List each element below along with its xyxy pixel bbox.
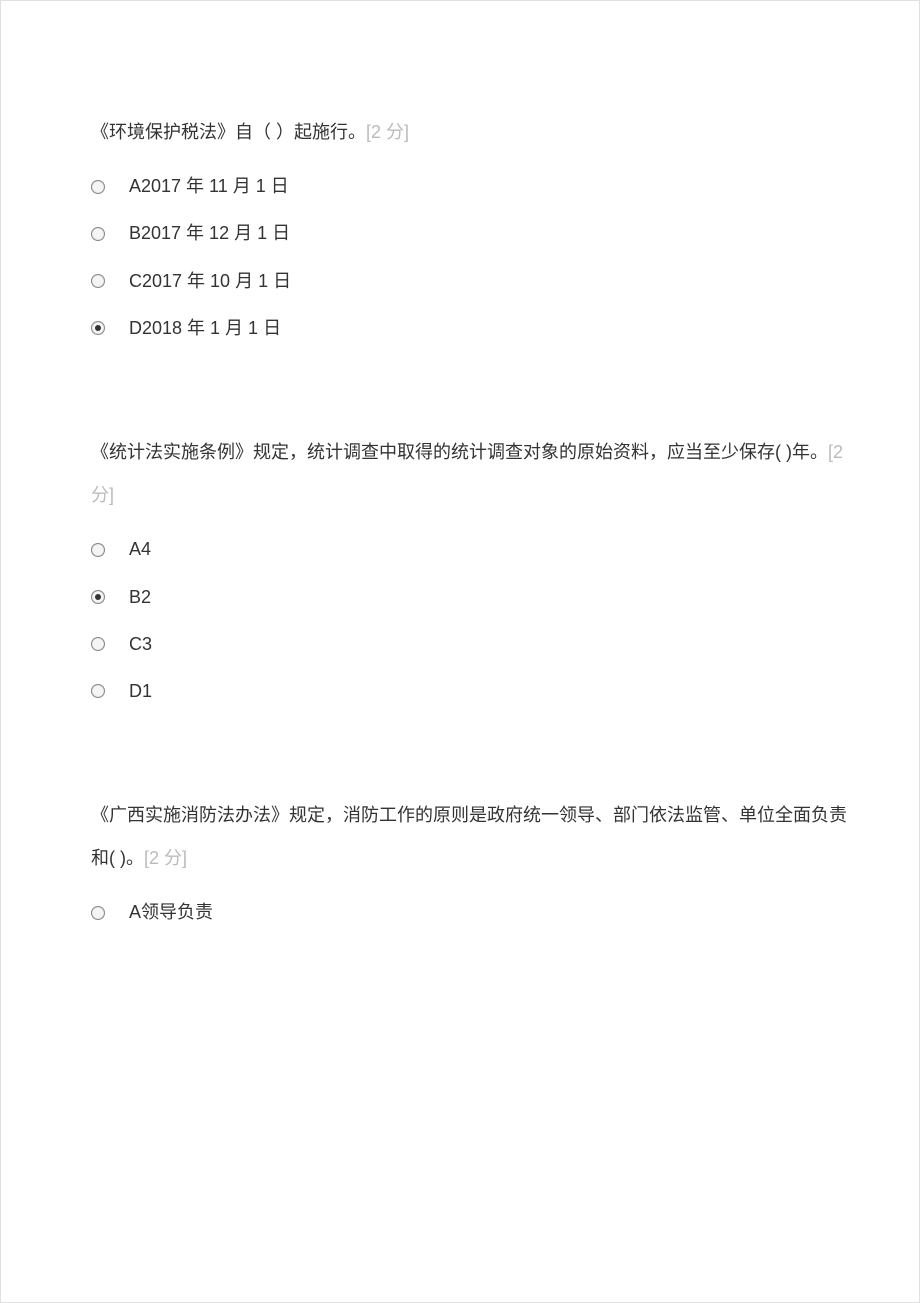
option-text: 2017 年 10 月 1 日 <box>142 269 291 294</box>
option-letter: B <box>129 585 141 610</box>
radio-icon[interactable] <box>91 227 105 241</box>
option-content: C2017 年 10 月 1 日 <box>129 269 291 294</box>
option-text: 4 <box>141 537 151 562</box>
option-text: 3 <box>142 632 152 657</box>
question-score: [2 分] <box>366 122 409 142</box>
radio-icon[interactable] <box>91 637 105 651</box>
question-stem: 《统计法实施条例》规定，统计调查中取得的统计调查对象的原始资料，应当至少保存( … <box>91 442 828 462</box>
option-letter: A <box>129 900 141 925</box>
option-content: B2 <box>129 585 151 610</box>
question-block-1: 《环境保护税法》自（ ）起施行。[2 分] A2017 年 11 月 1 日 B… <box>71 111 849 341</box>
option-letter: B <box>129 221 141 246</box>
radio-icon[interactable] <box>91 906 105 920</box>
question-score: [2 分] <box>144 848 187 868</box>
option-b[interactable]: B2017 年 12 月 1 日 <box>91 221 849 246</box>
question-block-3: 《广西实施消防法办法》规定，消防工作的原则是政府统一领导、部门依法监管、单位全面… <box>71 794 849 926</box>
option-content: B2017 年 12 月 1 日 <box>129 221 290 246</box>
option-d[interactable]: D2018 年 1 月 1 日 <box>91 316 849 341</box>
option-letter: C <box>129 269 142 294</box>
page-container: 《环境保护税法》自（ ）起施行。[2 分] A2017 年 11 月 1 日 B… <box>0 0 920 1303</box>
option-b[interactable]: B2 <box>91 585 849 610</box>
radio-icon-selected[interactable] <box>91 590 105 604</box>
option-letter: A <box>129 174 141 199</box>
question-block-2: 《统计法实施条例》规定，统计调查中取得的统计调查对象的原始资料，应当至少保存( … <box>71 431 849 704</box>
option-text: 2018 年 1 月 1 日 <box>142 316 281 341</box>
option-content: D1 <box>129 679 152 704</box>
option-text: 2017 年 11 月 1 日 <box>141 174 289 199</box>
option-content: C3 <box>129 632 152 657</box>
option-d[interactable]: D1 <box>91 679 849 704</box>
question-text: 《环境保护税法》自（ ）起施行。[2 分] <box>71 111 849 154</box>
option-text: 2 <box>141 585 151 610</box>
option-content: A4 <box>129 537 151 562</box>
radio-icon[interactable] <box>91 543 105 557</box>
option-letter: D <box>129 316 142 341</box>
question-text: 《统计法实施条例》规定，统计调查中取得的统计调查对象的原始资料，应当至少保存( … <box>71 431 849 517</box>
question-stem: 《广西实施消防法办法》规定，消防工作的原则是政府统一领导、部门依法监管、单位全面… <box>91 805 847 868</box>
option-text: 2017 年 12 月 1 日 <box>141 221 290 246</box>
option-text: 领导负责 <box>141 900 213 925</box>
option-letter: A <box>129 537 141 562</box>
option-letter: D <box>129 679 142 704</box>
option-a[interactable]: A4 <box>91 537 849 562</box>
option-a[interactable]: A2017 年 11 月 1 日 <box>91 174 849 199</box>
question-stem: 《环境保护税法》自（ ）起施行。 <box>91 122 366 142</box>
radio-icon[interactable] <box>91 180 105 194</box>
option-list: A 领导负责 <box>71 900 849 925</box>
option-content: A2017 年 11 月 1 日 <box>129 174 289 199</box>
option-content: A 领导负责 <box>129 900 213 925</box>
option-list: A2017 年 11 月 1 日 B2017 年 12 月 1 日 C2017 … <box>71 174 849 341</box>
radio-icon-selected[interactable] <box>91 321 105 335</box>
option-letter: C <box>129 632 142 657</box>
option-c[interactable]: C2017 年 10 月 1 日 <box>91 269 849 294</box>
question-text: 《广西实施消防法办法》规定，消防工作的原则是政府统一领导、部门依法监管、单位全面… <box>71 794 849 880</box>
option-list: A4 B2 C3 D1 <box>71 537 849 704</box>
option-text: 1 <box>142 679 152 704</box>
radio-icon[interactable] <box>91 684 105 698</box>
option-content: D2018 年 1 月 1 日 <box>129 316 281 341</box>
option-a[interactable]: A 领导负责 <box>91 900 849 925</box>
option-c[interactable]: C3 <box>91 632 849 657</box>
radio-icon[interactable] <box>91 274 105 288</box>
